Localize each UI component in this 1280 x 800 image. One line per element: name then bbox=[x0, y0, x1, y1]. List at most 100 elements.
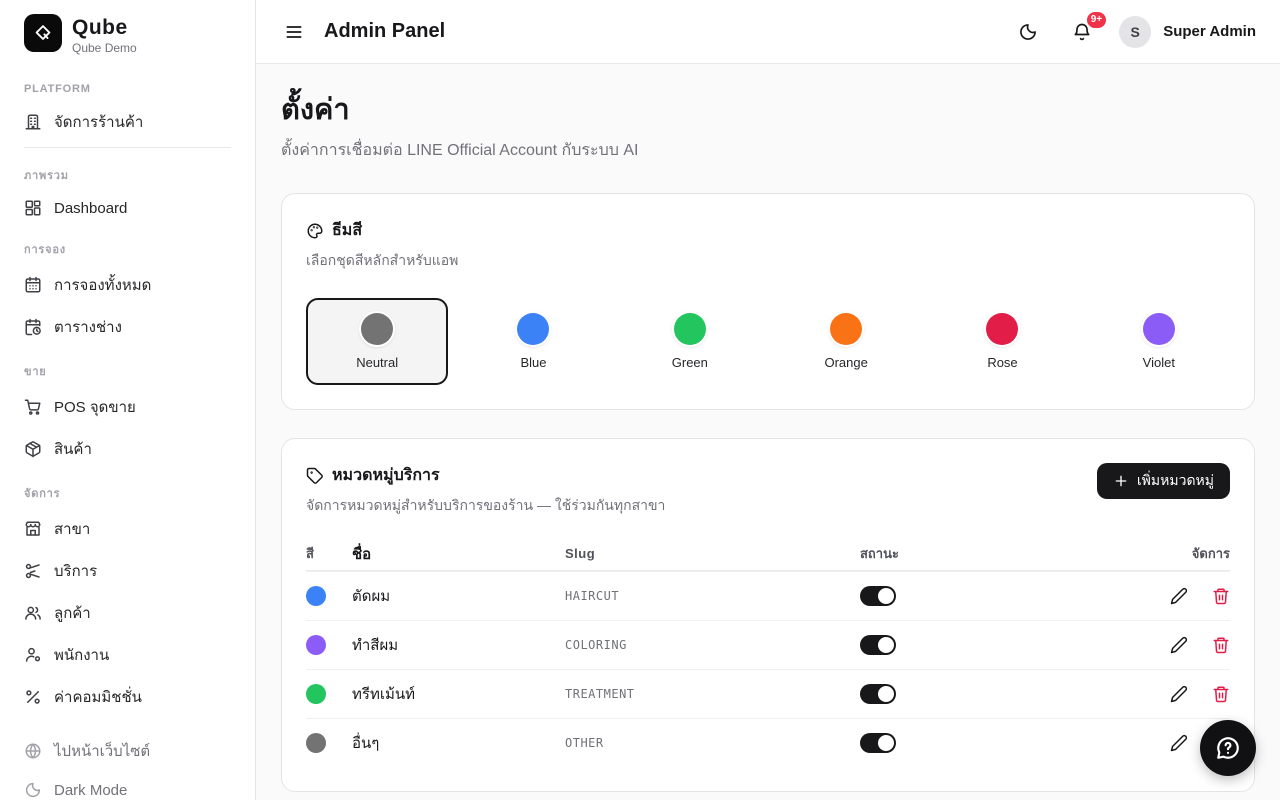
sidebar-item-commission[interactable]: ค่าคอมมิชชั่น bbox=[12, 676, 243, 718]
pencil-icon bbox=[1170, 685, 1188, 703]
theme-card-subtitle: เลือกชุดสีหลักสำหรับแอพ bbox=[306, 250, 1230, 272]
topbar-title: Admin Panel bbox=[324, 20, 445, 43]
color-swatch-circle bbox=[986, 313, 1018, 345]
color-swatch-circle bbox=[1143, 313, 1175, 345]
dashboard-icon bbox=[24, 199, 42, 217]
sidebar-item-label: สาขา bbox=[54, 517, 90, 541]
moon-icon bbox=[24, 781, 42, 799]
user-name: Super Admin bbox=[1163, 23, 1256, 40]
edit-button[interactable] bbox=[1170, 587, 1188, 605]
service-categories-card: หมวดหมู่บริการ จัดการหมวดหมู่สำหรับบริกา… bbox=[281, 438, 1255, 792]
edit-button[interactable] bbox=[1170, 734, 1188, 752]
section-label-platform: PLATFORM bbox=[12, 69, 243, 101]
globe-icon bbox=[24, 742, 42, 760]
sidebar-item-all-bookings[interactable]: การจองทั้งหมด bbox=[12, 264, 243, 306]
brand-subtitle: Qube Demo bbox=[72, 41, 137, 55]
page-subtitle: ตั้งค่าการเชื่อมต่อ LINE Official Accoun… bbox=[281, 138, 1255, 163]
table-row: ทรีทเม้นท์ TREATMENT bbox=[306, 669, 1230, 718]
app-root: Qube Qube Demo PLATFORM จัดการร้านค้า ภา… bbox=[0, 0, 1280, 800]
sidebar-item-services[interactable]: บริการ bbox=[12, 550, 243, 592]
cart-icon bbox=[24, 398, 42, 416]
calendar-icon bbox=[24, 276, 42, 294]
add-category-button[interactable]: เพิ่มหมวดหมู่ bbox=[1097, 463, 1230, 499]
package-icon bbox=[24, 440, 42, 458]
category-slug: OTHER bbox=[565, 736, 860, 750]
category-color-dot bbox=[306, 586, 326, 606]
categories-card-subtitle: จัดการหมวดหมู่สำหรับบริการของร้าน — ใช้ร… bbox=[306, 495, 665, 517]
table-row: ทำสีผม COLORING bbox=[306, 620, 1230, 669]
theme-option-neutral[interactable]: Neutral bbox=[306, 298, 448, 385]
theme-option-orange[interactable]: Orange bbox=[775, 298, 917, 385]
sidebar-item-label: พนักงาน bbox=[54, 643, 109, 667]
category-enabled-toggle[interactable] bbox=[860, 635, 896, 655]
sidebar-nav: PLATFORM จัดการร้านค้า ภาพรวม Dashboard … bbox=[0, 65, 255, 722]
hamburger-icon bbox=[284, 22, 304, 42]
theme-option-violet[interactable]: Violet bbox=[1088, 298, 1230, 385]
notification-badge: 9+ bbox=[1085, 10, 1108, 30]
sidebar-item-staff[interactable]: พนักงาน bbox=[12, 634, 243, 676]
theme-option-label: Neutral bbox=[356, 355, 398, 370]
sidebar-item-website[interactable]: ไปหน้าเว็บไซต์ bbox=[12, 730, 243, 772]
sidebar-item-store-management[interactable]: จัดการร้านค้า bbox=[12, 101, 243, 143]
qube-logo-icon bbox=[24, 14, 62, 52]
sidebar-item-customers[interactable]: ลูกค้า bbox=[12, 592, 243, 634]
calendar-clock-icon bbox=[24, 318, 42, 336]
theme-card: ธีมสี เลือกชุดสีหลักสำหรับแอพ Neutral Bl… bbox=[281, 193, 1255, 410]
section-label-manage: จัดการ bbox=[12, 470, 243, 508]
sidebar-item-pos[interactable]: POS จุดขาย bbox=[12, 386, 243, 428]
sidebar-item-label: ลูกค้า bbox=[54, 601, 91, 625]
dark-mode-toggle-button[interactable] bbox=[1011, 15, 1045, 49]
color-swatch-circle bbox=[361, 313, 393, 345]
trash-icon bbox=[1212, 636, 1230, 654]
delete-button[interactable] bbox=[1212, 636, 1230, 654]
category-color-dot bbox=[306, 684, 326, 704]
category-slug: TREATMENT bbox=[565, 687, 860, 701]
plus-icon bbox=[1113, 473, 1129, 489]
sidebar-item-label: สินค้า bbox=[54, 437, 92, 461]
column-header-status: สถานะ bbox=[860, 543, 1138, 564]
help-button[interactable] bbox=[1200, 720, 1256, 776]
theme-option-blue[interactable]: Blue bbox=[462, 298, 604, 385]
sidebar-item-label: Dark Mode bbox=[54, 782, 127, 799]
theme-option-label: Green bbox=[672, 355, 708, 370]
column-header-color: สี bbox=[306, 543, 352, 564]
sidebar-item-label: ค่าคอมมิชชั่น bbox=[54, 685, 142, 709]
column-header-manage: จัดการ bbox=[1138, 543, 1230, 564]
category-name: ตัดผม bbox=[352, 584, 565, 608]
category-color-dot bbox=[306, 635, 326, 655]
sidebar-item-branches[interactable]: สาขา bbox=[12, 508, 243, 550]
section-label-overview: ภาพรวม bbox=[12, 152, 243, 190]
delete-button[interactable] bbox=[1212, 587, 1230, 605]
brand-name: Qube bbox=[72, 16, 137, 39]
sidebar-item-dark-mode[interactable]: Dark Mode bbox=[12, 772, 243, 800]
category-enabled-toggle[interactable] bbox=[860, 586, 896, 606]
category-enabled-toggle[interactable] bbox=[860, 684, 896, 704]
sidebar-item-staff-schedule[interactable]: ตารางช่าง bbox=[12, 306, 243, 348]
sidebar-item-label: Dashboard bbox=[54, 200, 127, 217]
sidebar-item-label: การจองทั้งหมด bbox=[54, 273, 151, 297]
sidebar-item-dashboard[interactable]: Dashboard bbox=[12, 190, 243, 226]
brand[interactable]: Qube Qube Demo bbox=[0, 0, 255, 65]
help-bubble-icon bbox=[1215, 735, 1241, 761]
table-header-row: สี ชื่อ Slug สถานะ จัดการ bbox=[306, 537, 1230, 571]
user-gear-icon bbox=[24, 646, 42, 664]
user-menu[interactable]: S Super Admin bbox=[1119, 16, 1256, 48]
sidebar-item-label: ไปหน้าเว็บไซต์ bbox=[54, 739, 150, 763]
category-enabled-toggle[interactable] bbox=[860, 733, 896, 753]
categories-table: สี ชื่อ Slug สถานะ จัดการ ตัดผม HAIRCUT bbox=[306, 537, 1230, 767]
theme-card-title: ธีมสี bbox=[332, 218, 362, 243]
theme-option-rose[interactable]: Rose bbox=[931, 298, 1073, 385]
menu-toggle-button[interactable] bbox=[280, 18, 308, 46]
page-content: ตั้งค่า ตั้งค่าการเชื่อมต่อ LINE Officia… bbox=[256, 64, 1280, 800]
sidebar-item-products[interactable]: สินค้า bbox=[12, 428, 243, 470]
notifications-button[interactable]: 9+ bbox=[1065, 15, 1099, 49]
tag-icon bbox=[306, 467, 324, 485]
delete-button[interactable] bbox=[1212, 685, 1230, 703]
category-color-dot bbox=[306, 733, 326, 753]
theme-option-green[interactable]: Green bbox=[619, 298, 761, 385]
theme-option-label: Blue bbox=[520, 355, 546, 370]
category-slug: COLORING bbox=[565, 638, 860, 652]
edit-button[interactable] bbox=[1170, 636, 1188, 654]
theme-option-label: Rose bbox=[987, 355, 1017, 370]
edit-button[interactable] bbox=[1170, 685, 1188, 703]
